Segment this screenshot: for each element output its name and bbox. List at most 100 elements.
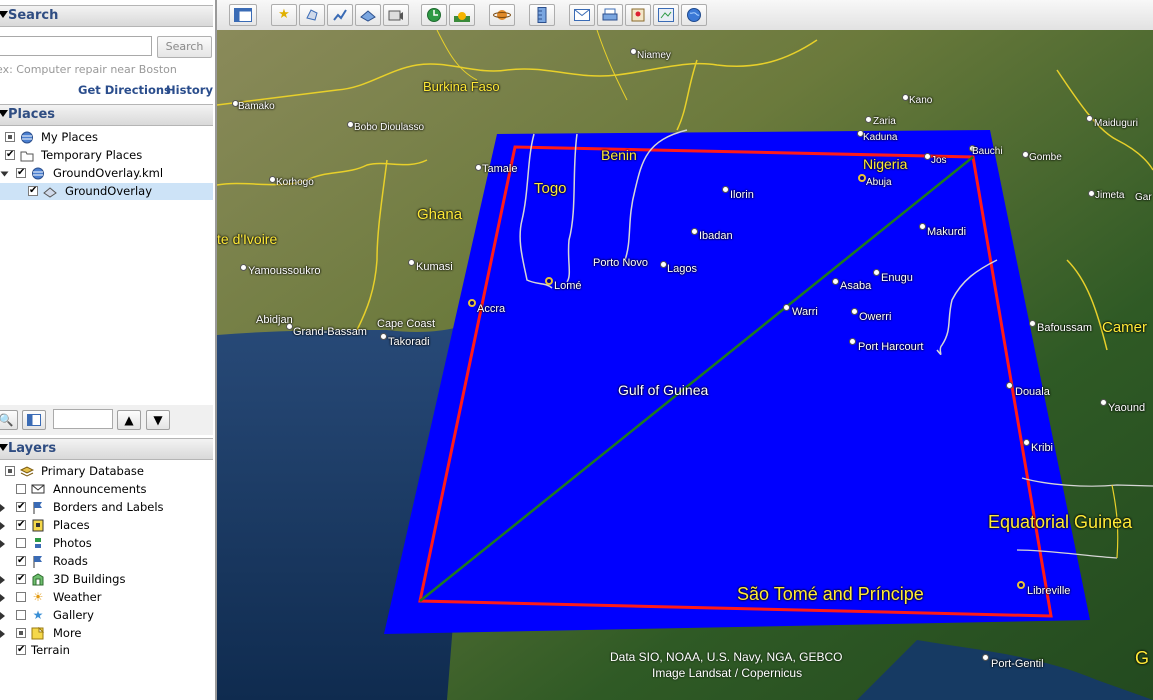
checkbox[interactable] [5,150,15,160]
map-view[interactable]: Niamey Burkina Faso Bamako Bobo Dioulass… [217,30,1153,700]
layers-item-roads[interactable]: Roads [0,553,213,570]
checkbox[interactable] [16,628,26,638]
city-marker[interactable] [873,269,880,276]
city-marker[interactable] [902,94,909,101]
move-up-button[interactable]: ▲ [117,410,141,430]
city-marker[interactable] [1023,439,1030,446]
layers-item-terrain[interactable]: Terrain [0,642,213,659]
layers-item-borders-and-labels[interactable]: Borders and Labels [0,499,213,516]
city-marker[interactable] [865,116,872,123]
city-marker[interactable] [1022,151,1029,158]
collapse-triangle-icon[interactable] [0,444,8,451]
checkbox[interactable] [16,556,26,566]
city-marker[interactable] [660,261,667,268]
expand-arrow-icon[interactable] [0,504,5,512]
city-marker[interactable] [1088,190,1095,197]
expand-arrow-icon[interactable] [0,612,5,620]
layers-item-more[interactable]: More [0,625,213,642]
print-icon[interactable] [597,4,623,26]
history-link[interactable]: History [166,83,213,97]
layers-item-photos[interactable]: Photos [0,535,213,552]
save-image-icon[interactable] [625,4,651,26]
city-marker[interactable] [924,153,931,160]
expand-arrow-icon[interactable] [0,594,5,602]
layers-item-primary-database[interactable]: Primary Database [0,463,213,480]
add-placemark-icon[interactable]: ★ [271,4,297,26]
checkbox[interactable] [16,592,26,602]
move-down-button[interactable]: ▼ [146,410,170,430]
city-marker[interactable] [722,186,729,193]
collapse-triangle-icon[interactable] [0,110,8,117]
city-marker[interactable] [475,164,482,171]
add-polygon-icon[interactable] [299,4,325,26]
expand-arrow-icon[interactable] [0,522,5,530]
city-marker[interactable] [851,308,858,315]
city-marker[interactable] [1029,320,1036,327]
sidebar-toggle-icon[interactable] [229,4,257,26]
layers-panel-header[interactable]: Layers [0,438,213,460]
layers-item-3d-buildings[interactable]: 3D Buildings [0,571,213,588]
collapse-triangle-icon[interactable] [0,11,8,18]
expand-arrow-icon[interactable] [0,576,5,584]
capital-marker[interactable] [1017,581,1025,589]
city-marker[interactable] [1100,399,1107,406]
expand-arrow-icon[interactable] [0,630,5,638]
places-item-groundoverlay-kml[interactable]: GroundOverlay.kml [0,165,213,182]
opacity-field[interactable] [53,409,113,429]
add-path-icon[interactable] [327,4,353,26]
layers-item-announcements[interactable]: Announcements [0,481,213,498]
checkbox[interactable] [16,645,26,655]
checkbox[interactable] [16,168,26,178]
city-marker[interactable] [630,48,637,55]
city-marker[interactable] [982,654,989,661]
layers-item-places[interactable]: Places [0,517,213,534]
city-marker[interactable] [783,304,790,311]
search-panel-header[interactable]: Search [0,5,213,27]
add-image-overlay-icon[interactable] [355,4,381,26]
checkbox[interactable] [16,502,26,512]
checkbox[interactable] [16,574,26,584]
checkbox[interactable] [5,132,15,142]
places-item-temporary-places[interactable]: Temporary Places [0,147,213,164]
get-directions-link[interactable]: Get Directions [78,83,171,97]
city-marker[interactable] [691,228,698,235]
checkbox[interactable] [16,484,26,494]
city-marker[interactable] [1086,115,1093,122]
places-item-my-places[interactable]: My Places [0,129,213,146]
places-panel-header[interactable]: Places [0,104,213,126]
city-marker[interactable] [286,323,293,330]
city-marker[interactable] [347,121,354,128]
city-marker[interactable] [408,259,415,266]
city-marker[interactable] [380,333,387,340]
email-icon[interactable] [569,4,595,26]
checkbox[interactable] [16,520,26,530]
historical-imagery-icon[interactable] [421,4,447,26]
city-marker[interactable] [240,264,247,271]
checkbox[interactable] [16,538,26,548]
city-marker[interactable] [1006,382,1013,389]
search-icon[interactable]: 🔍 [0,410,18,430]
ruler-icon[interactable] [529,4,555,26]
city-marker[interactable] [919,223,926,230]
city-marker[interactable] [269,176,276,183]
expand-arrow-icon[interactable] [0,171,9,177]
layers-item-gallery[interactable]: ★ Gallery [0,607,213,624]
city-marker[interactable] [832,278,839,285]
city-marker[interactable] [849,338,856,345]
places-item-groundoverlay[interactable]: GroundOverlay [0,183,213,200]
view-in-maps-icon[interactable] [653,4,679,26]
capital-marker[interactable] [545,277,553,285]
expand-arrow-icon[interactable] [0,540,5,548]
sunlight-icon[interactable] [449,4,475,26]
capital-marker[interactable] [468,299,476,307]
search-button[interactable]: Search [157,36,212,58]
checkbox[interactable] [28,186,38,196]
search-input[interactable] [0,36,152,56]
earth-gallery-icon[interactable] [681,4,707,26]
panel-toggle-icon[interactable] [22,410,46,430]
planets-icon[interactable] [489,4,515,26]
checkbox[interactable] [5,466,15,476]
capital-marker[interactable] [858,174,866,182]
record-tour-icon[interactable] [383,4,409,26]
checkbox[interactable] [16,610,26,620]
